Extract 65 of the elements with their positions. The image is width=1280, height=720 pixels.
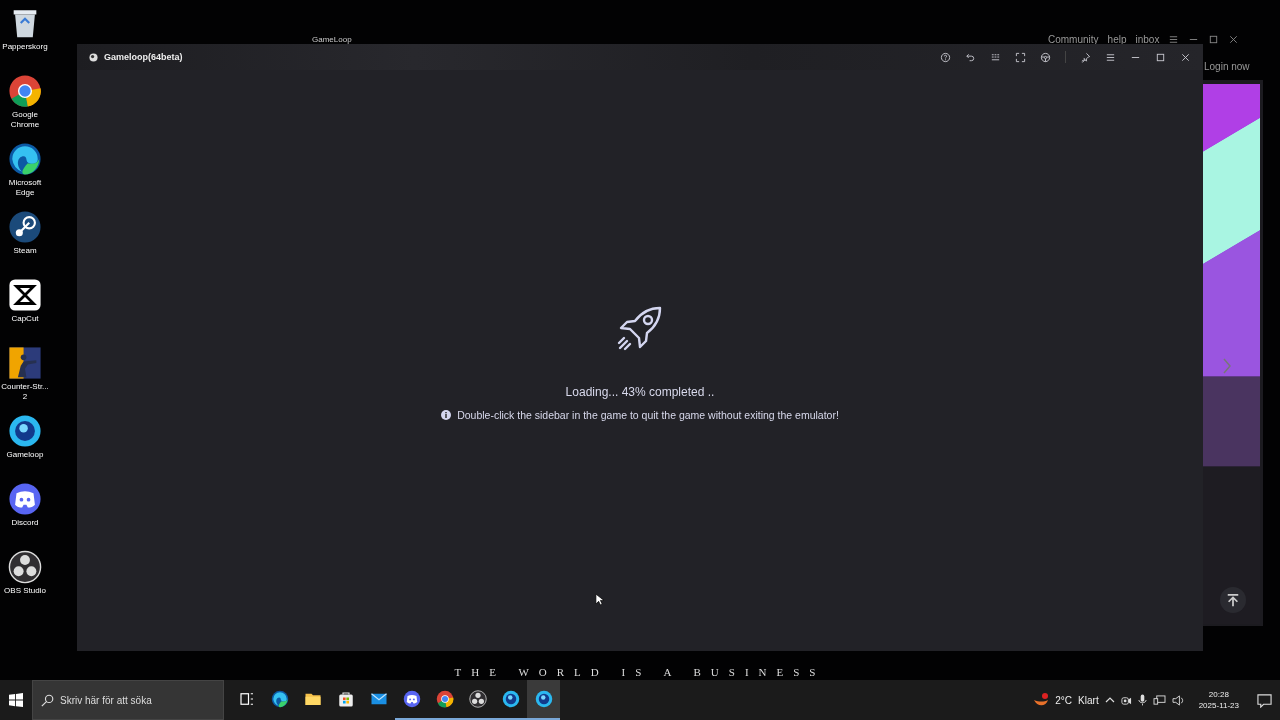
maximize-icon[interactable]: [1155, 51, 1166, 63]
notifications-icon[interactable]: [1257, 692, 1272, 708]
temperature: 2°C: [1055, 694, 1073, 706]
nav-link[interactable]: Community: [1048, 34, 1099, 45]
rocket-icon: [616, 304, 664, 352]
icon-label[interactable]: Discord: [1, 518, 49, 528]
chevron-up-icon[interactable]: [1104, 695, 1115, 705]
icon-label[interactable]: Counter-Str... 2: [1, 382, 49, 402]
icon-label[interactable]: Steam: [1, 246, 49, 256]
app-logo: GameLoop: [312, 35, 352, 44]
microphone-icon[interactable]: [1137, 694, 1147, 706]
discord-icon[interactable]: [402, 690, 421, 708]
nav-link[interactable]: help: [1107, 34, 1127, 45]
clock-time[interactable]: 20:28: [1208, 689, 1229, 700]
task-view-icon[interactable]: [237, 690, 256, 708]
arrow-up-icon[interactable]: [1226, 593, 1240, 607]
pin-icon[interactable]: [1080, 51, 1091, 63]
steam-icon[interactable]: [8, 210, 42, 244]
chrome-icon[interactable]: [435, 690, 454, 708]
network-icon[interactable]: [1152, 694, 1166, 706]
menu-icon[interactable]: [1168, 34, 1180, 45]
gameloop-icon[interactable]: [501, 690, 520, 708]
icon-label[interactable]: CapCut: [1, 314, 49, 324]
close-icon[interactable]: [1180, 51, 1191, 63]
edge-icon[interactable]: [270, 690, 289, 708]
help-icon[interactable]: [940, 51, 951, 63]
icon-label[interactable]: Microsoft Edge: [1, 178, 49, 198]
soldier-icon[interactable]: [8, 346, 42, 380]
maximize-icon[interactable]: [1208, 34, 1220, 45]
discord-icon[interactable]: [8, 482, 42, 516]
window-title: Gameloop(64beta): [104, 52, 183, 62]
search-field[interactable]: Skriv här för att söka: [32, 680, 224, 720]
store-icon[interactable]: [336, 690, 355, 708]
undo-icon[interactable]: [965, 51, 976, 63]
obs-icon[interactable]: [468, 690, 487, 708]
webcam-icon[interactable]: [1120, 694, 1132, 706]
loading-text: Loading... 43% completed ..: [565, 385, 715, 399]
steering-wheel-icon[interactable]: [1040, 51, 1051, 63]
gameloop-icon[interactable]: [8, 414, 42, 448]
weather-icon: [1033, 692, 1050, 708]
login-link[interactable]: Login now: [1204, 61, 1250, 72]
icon-label[interactable]: Gameloop: [1, 450, 49, 460]
fullscreen-icon[interactable]: [1015, 51, 1026, 63]
mouse-pointer-icon: [595, 593, 604, 606]
scissors-icon[interactable]: [8, 278, 42, 312]
close-icon[interactable]: [1228, 34, 1240, 45]
icon-label[interactable]: OBS Studio: [1, 586, 49, 596]
speaker-icon[interactable]: [1171, 694, 1185, 706]
chrome-icon[interactable]: [8, 74, 42, 108]
keyboard-icon[interactable]: [990, 51, 1001, 63]
obs-icon[interactable]: [8, 550, 42, 584]
edge-icon[interactable]: [8, 142, 42, 176]
tip-text: Double-click the sidebar in the game to quit the game without exiting the emulator!: [457, 409, 839, 421]
windows-icon[interactable]: [9, 693, 23, 707]
icon-label[interactable]: Papperskorg: [1, 42, 49, 52]
search-icon[interactable]: [41, 694, 54, 707]
app-logo-icon: [89, 52, 98, 62]
clock-date[interactable]: 2025-11-23: [1198, 700, 1239, 711]
info-icon: [441, 410, 452, 420]
weather-condition: Klart: [1078, 694, 1099, 706]
gameloop-icon[interactable]: [534, 690, 553, 708]
icon-label[interactable]: Google Chrome: [1, 110, 49, 130]
nav-link[interactable]: inbox: [1135, 34, 1160, 45]
menu-icon[interactable]: [1105, 51, 1116, 63]
tagline: THE WORLD IS A BUSINESS: [453, 666, 827, 678]
